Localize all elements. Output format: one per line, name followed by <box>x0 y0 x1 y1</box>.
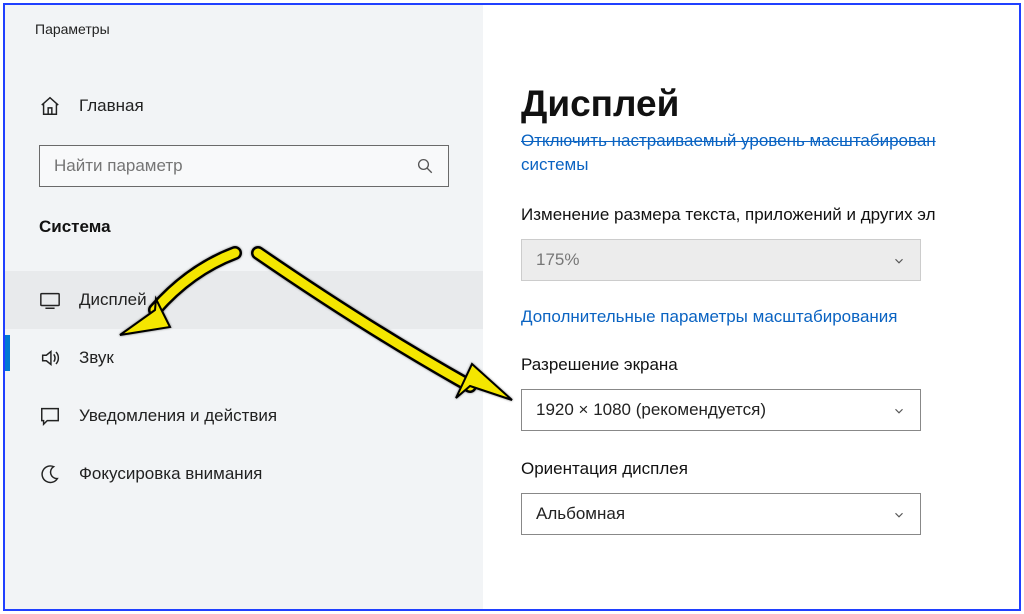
sidebar-item-display[interactable]: Дисплей <box>5 271 483 329</box>
sidebar-item-label: Звук <box>79 348 114 368</box>
app-title: Параметры <box>5 5 483 37</box>
chevron-down-icon <box>892 403 906 417</box>
resolution-label: Разрешение экрана <box>521 355 1019 375</box>
disable-custom-scale-link[interactable]: Отключить настраиваемый уровень масштаби… <box>521 129 1019 177</box>
scale-select[interactable]: 175% <box>521 239 921 281</box>
orientation-label: Ориентация дисплея <box>521 459 1019 479</box>
moon-icon <box>39 463 61 485</box>
sidebar-item-focus[interactable]: Фокусировка внимания <box>5 445 483 503</box>
main-pane: Дисплей Отключить настраиваемый уровень … <box>483 5 1019 609</box>
chevron-down-icon <box>892 507 906 521</box>
sidebar-item-label: Уведомления и действия <box>79 406 277 426</box>
link-line2: системы <box>521 155 588 174</box>
home-button[interactable]: Главная <box>5 95 483 117</box>
speaker-icon <box>39 347 61 369</box>
nav-list: Дисплей Звук Уведомления и действия <box>5 271 483 503</box>
sidebar-item-label: Дисплей <box>79 290 147 310</box>
monitor-icon <box>39 289 61 311</box>
sidebar-item-sound[interactable]: Звук <box>5 329 483 387</box>
home-icon <box>39 95 61 117</box>
sidebar: Параметры Главная Система <box>5 5 483 609</box>
search-box[interactable] <box>39 145 449 187</box>
search-icon <box>416 157 434 175</box>
sidebar-item-notifications[interactable]: Уведомления и действия <box>5 387 483 445</box>
home-label: Главная <box>79 96 144 116</box>
chevron-down-icon <box>892 253 906 267</box>
resolution-select[interactable]: 1920 × 1080 (рекомендуется) <box>521 389 921 431</box>
search-input[interactable] <box>54 156 394 176</box>
scale-value: 175% <box>536 250 579 270</box>
chat-icon <box>39 405 61 427</box>
active-indicator <box>5 335 10 371</box>
page-title: Дисплей <box>521 83 1019 125</box>
orientation-select[interactable]: Альбомная <box>521 493 921 535</box>
orientation-value: Альбомная <box>536 504 625 524</box>
sidebar-item-label: Фокусировка внимания <box>79 464 262 484</box>
advanced-scaling-link[interactable]: Дополнительные параметры масштабирования <box>521 307 1019 327</box>
resolution-value: 1920 × 1080 (рекомендуется) <box>536 400 766 420</box>
section-header-system: Система <box>5 187 483 237</box>
link-line1: Отключить настраиваемый уровень масштаби… <box>521 129 1011 153</box>
settings-window: Параметры Главная Система <box>3 3 1021 611</box>
text-size-label: Изменение размера текста, приложений и д… <box>521 205 1019 225</box>
